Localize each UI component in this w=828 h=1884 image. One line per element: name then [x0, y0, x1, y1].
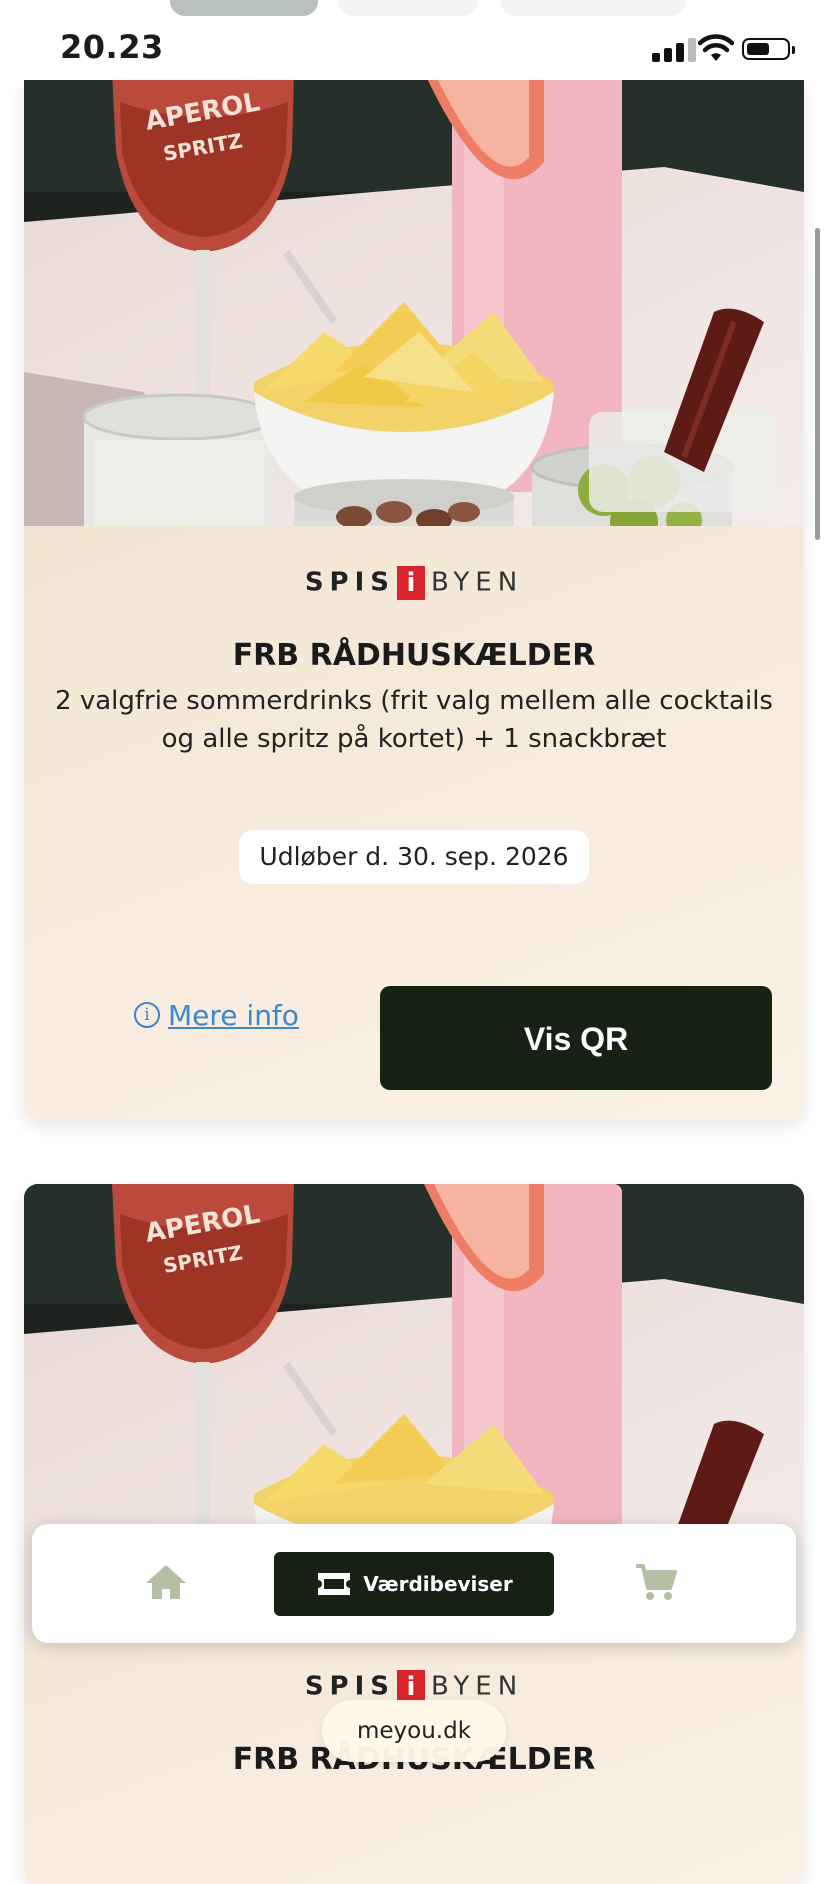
- brand-logo-text: i: [397, 566, 425, 600]
- more-info-link[interactable]: i Mere info: [134, 990, 299, 1040]
- brand-logo-text: i: [397, 1670, 425, 1704]
- brand-logo-text: SPIS: [304, 1671, 395, 1702]
- scrollbar[interactable]: [815, 228, 820, 540]
- wifi-icon: [698, 34, 734, 61]
- top-tab-indicator: [500, 0, 686, 16]
- brand-logo-text: SPIS: [304, 567, 395, 598]
- voucher-photo: APEROL SPRITZ: [24, 80, 804, 526]
- voucher-card: APEROL SPRITZ SPIS i BYEN FRB RÅDHUSKÆLD…: [24, 80, 804, 1120]
- cart-icon[interactable]: [634, 1562, 678, 1602]
- brand-logo: SPIS i BYEN: [24, 566, 804, 600]
- browser-url-pill[interactable]: meyou.dk: [322, 1700, 506, 1762]
- top-tab-indicator: [338, 0, 478, 16]
- voucher-description: 2 valgfrie sommerdrinks (frit valg melle…: [55, 686, 773, 754]
- show-qr-button[interactable]: Vis QR: [380, 986, 772, 1090]
- nav-vouchers-tab[interactable]: Værdibeviser: [274, 1552, 554, 1616]
- venue-title: FRB RÅDHUSKÆLDER: [232, 638, 596, 673]
- brand-logo: SPIS i BYEN: [24, 1670, 804, 1704]
- bottom-nav: Værdibeviser: [32, 1524, 796, 1643]
- home-icon[interactable]: [144, 1562, 188, 1602]
- expiry-badge: Udløber d. 30. sep. 2026: [239, 830, 589, 884]
- nav-vouchers-label: Værdibeviser: [363, 1572, 513, 1596]
- brand-logo-text: BYEN: [431, 567, 524, 598]
- cellular-signal-icon: [652, 38, 696, 62]
- more-info-label: Mere info: [168, 998, 299, 1032]
- voucher-icon: [318, 1573, 351, 1595]
- brand-logo-text: BYEN: [431, 1671, 524, 1702]
- info-icon: i: [134, 1002, 160, 1028]
- status-bar: 20.23: [0, 0, 828, 80]
- top-tab-indicator: [170, 0, 318, 16]
- status-time: 20.23: [60, 28, 164, 66]
- battery-icon: [742, 38, 795, 60]
